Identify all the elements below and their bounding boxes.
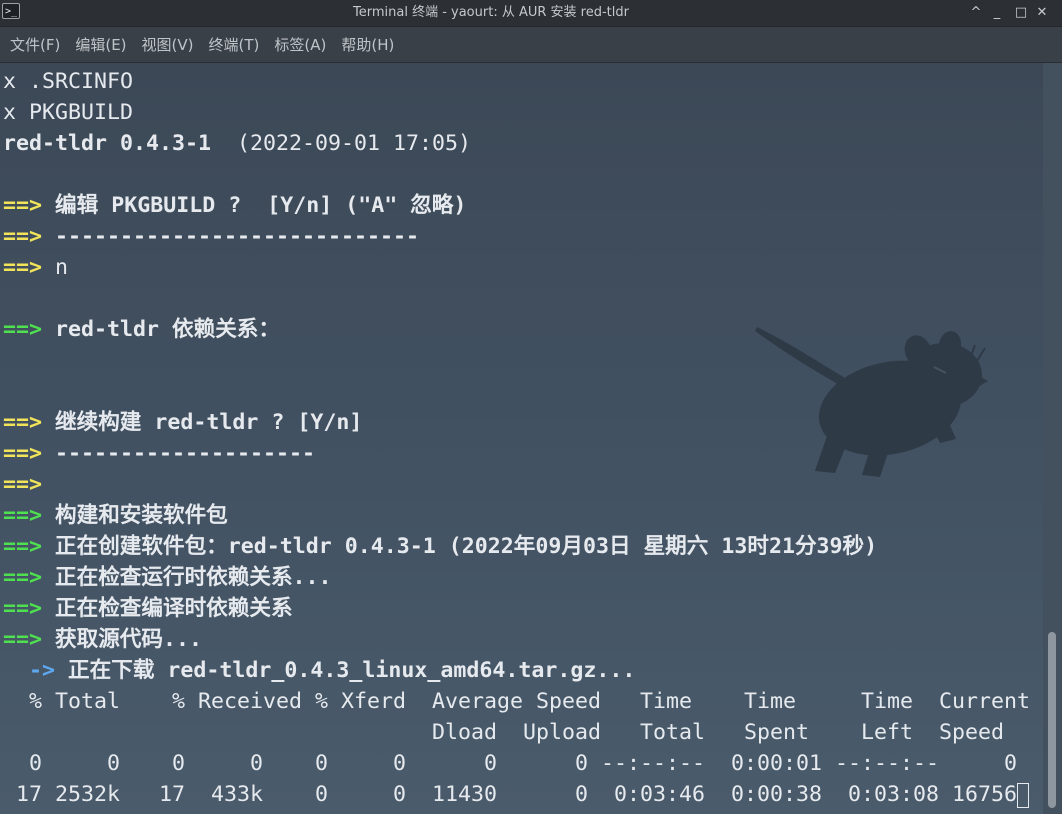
terminal-line: ==> 获取源代码...: [3, 624, 1043, 655]
terminal-text: red-tldr 0.4.3-1: [3, 131, 212, 156]
terminal-text: --------------------: [42, 441, 316, 466]
terminal-text: 17 2532k 17 433k 0 0 11430 0 0:03:46 0:0…: [3, 782, 1018, 807]
scrollbar[interactable]: [1043, 63, 1062, 814]
terminal-text: x PKGBUILD: [3, 100, 134, 125]
prompt-arrow: ==>: [3, 193, 43, 218]
maximize-button[interactable]: □: [1011, 3, 1031, 23]
prompt-arrow: ==>: [3, 627, 43, 652]
terminal-text: 正在创建软件包：red-tldr 0.4.3-1 (2022年09月03日 星期…: [42, 534, 878, 559]
terminal-text: x .SRCINFO: [3, 69, 134, 94]
terminal-line: ==> 构建和安装软件包: [3, 500, 1043, 531]
prompt-arrow: ==>: [3, 596, 43, 621]
prompt-arrow: ==>: [3, 410, 43, 435]
title-bar[interactable]: >_ Terminal 终端 - yaourt: 从 AUR 安装 red-tl…: [0, 0, 1062, 27]
terminal-text: red-tldr 依赖关系：: [42, 317, 280, 342]
prompt-arrow: ==>: [3, 503, 43, 528]
terminal-text: 正在检查编译时依赖关系: [42, 596, 293, 621]
terminal-line: ==> 继续构建 red-tldr ? [Y/n]: [3, 407, 1043, 438]
terminal-text: 正在下载 red-tldr_0.4.3_linux_amd64.tar.gz..…: [55, 658, 636, 683]
prompt-arrow: ==>: [3, 317, 43, 342]
terminal-line: -> 正在下载 red-tldr_0.4.3_linux_amd64.tar.g…: [3, 655, 1043, 686]
prompt-arrow: ==>: [3, 224, 43, 249]
prompt-arrow: ==>: [3, 255, 43, 280]
terminal-text: Dload Upload Total Spent Left Speed: [3, 720, 1005, 745]
terminal-line: ==> 编辑 PKGBUILD ? [Y/n] ("A" 忽略): [3, 190, 1043, 221]
prompt-arrow: ==>: [3, 534, 43, 559]
menu-view[interactable]: 视图(V): [142, 34, 194, 55]
terminal-line: x PKGBUILD: [3, 97, 1043, 128]
terminal-area[interactable]: x .SRCINFO x PKGBUILD red-tldr 0.4.3-1 (20…: [0, 63, 1043, 814]
terminal-line: ==> red-tldr 依赖关系：: [3, 314, 1043, 345]
menu-tabs[interactable]: 标签(A): [274, 34, 326, 55]
terminal-line: ==> n: [3, 252, 1043, 283]
terminal-line: % Total % Received % Xferd Average Speed…: [3, 686, 1043, 717]
terminal-line: ==> 正在检查编译时依赖关系: [3, 593, 1043, 624]
terminal-line: ==> 正在创建软件包：red-tldr 0.4.3-1 (2022年09月03…: [3, 531, 1043, 562]
terminal-text: 获取源代码...: [42, 627, 202, 652]
menu-terminal[interactable]: 终端(T): [209, 34, 260, 55]
menu-file[interactable]: 文件(F): [10, 34, 60, 55]
terminal-text: 继续构建 red-tldr ? [Y/n]: [42, 410, 363, 435]
close-button[interactable]: ✕: [1032, 3, 1052, 23]
terminal-text: 0 0 0 0 0 0 0 0 --:--:-- 0:00:01 --:--:-…: [3, 751, 1018, 776]
prompt-arrow: ==>: [3, 441, 43, 466]
terminal-line: ==> ----------------------------: [3, 221, 1043, 252]
terminal-text: 构建和安装软件包: [42, 503, 228, 528]
terminal-text: (2022-09-01 17:05): [211, 131, 472, 156]
terminal-text: % Total % Received % Xferd Average Speed…: [3, 689, 1031, 714]
scrollbar-thumb[interactable]: [1048, 632, 1056, 808]
terminal-text: ----------------------------: [42, 224, 420, 249]
terminal-text: 编辑 PKGBUILD ? [Y/n] ("A" 忽略): [42, 193, 467, 218]
menu-bar: 文件(F) 编辑(E) 视图(V) 终端(T) 标签(A) 帮助(H): [0, 27, 1062, 63]
prompt-arrow: ==>: [3, 565, 43, 590]
keep-above-button[interactable]: ^: [966, 3, 986, 23]
terminal-text: 正在检查运行时依赖关系...: [42, 565, 332, 590]
terminal-line: ==>: [3, 469, 1043, 500]
sub-step-arrow: ->: [29, 658, 56, 683]
prompt-arrow: ==>: [3, 472, 43, 497]
terminal-line: x .SRCINFO: [3, 66, 1043, 97]
terminal-line: ==> 正在检查运行时依赖关系...: [3, 562, 1043, 593]
terminal-output: x .SRCINFO x PKGBUILD red-tldr 0.4.3-1 (20…: [0, 63, 1043, 810]
terminal-line: red-tldr 0.4.3-1 (2022-09-01 17:05): [3, 128, 1043, 159]
window-title: Terminal 终端 - yaourt: 从 AUR 安装 red-tldr: [353, 5, 629, 20]
terminal-window: >_ Terminal 终端 - yaourt: 从 AUR 安装 red-tl…: [0, 0, 1062, 814]
menu-edit[interactable]: 编辑(E): [75, 34, 126, 55]
terminal-line: 0 0 0 0 0 0 0 0 --:--:-- 0:00:01 --:--:-…: [3, 748, 1043, 779]
terminal-text: n: [42, 255, 69, 280]
menu-help[interactable]: 帮助(H): [341, 34, 394, 55]
minimize-button[interactable]: _: [987, 3, 1007, 23]
terminal-cursor: [1017, 782, 1030, 808]
terminal-line: ==> --------------------: [3, 438, 1043, 469]
terminal-line: 17 2532k 17 433k 0 0 11430 0 0:03:46 0:0…: [3, 779, 1043, 810]
terminal-line: Dload Upload Total Spent Left Speed: [3, 717, 1043, 748]
